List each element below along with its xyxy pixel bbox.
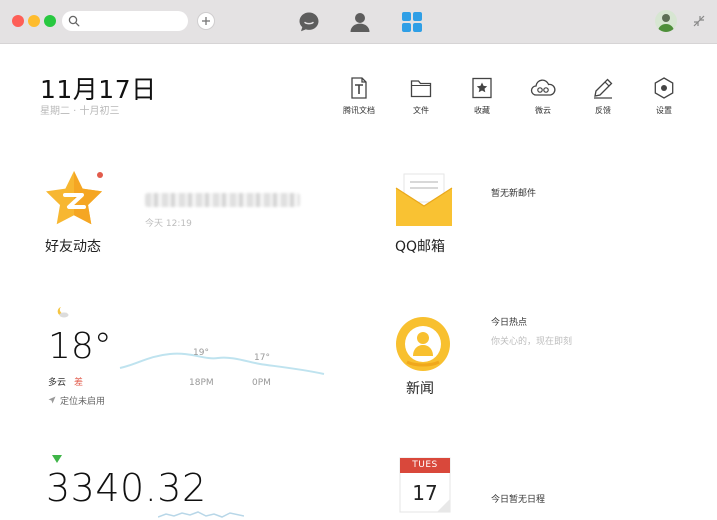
weather-forecast-curve: [119, 352, 325, 375]
mail-status: 暂无新邮件: [491, 189, 537, 199]
lunar-date: 星期二 · 十月初三: [40, 106, 120, 117]
air-quality-badge: 差: [74, 378, 84, 388]
calendar-weekday: TUES: [412, 460, 438, 470]
tool-tencent-docs[interactable]: 腾讯文档: [331, 76, 387, 116]
friends-feed-title[interactable]: 好友动态: [45, 236, 101, 256]
search-input[interactable]: [62, 11, 188, 31]
add-button[interactable]: [197, 12, 215, 30]
calendar-status: 今日暂无日程: [491, 495, 546, 505]
window-maximize-button[interactable]: [44, 15, 56, 27]
moon-cloud-icon: [57, 307, 69, 318]
calendar-day-number: 17: [412, 481, 438, 505]
forecast-temp: 17°: [254, 353, 270, 363]
avatar[interactable]: [655, 10, 677, 32]
location-status[interactable]: 定位未启用: [60, 394, 105, 407]
window-minimize-button[interactable]: [28, 15, 40, 27]
mail-title[interactable]: QQ邮箱: [395, 236, 445, 256]
tool-label: 微云: [535, 106, 551, 115]
trend-down-icon: [52, 455, 62, 463]
chat-icon[interactable]: [297, 10, 321, 34]
tool-label: 腾讯文档: [343, 106, 375, 115]
news-icon[interactable]: [395, 316, 451, 372]
tencent-docs-icon: [351, 77, 367, 99]
avatar-icon: [658, 14, 674, 32]
contacts-icon[interactable]: [348, 10, 372, 34]
date-title: 11月17日: [40, 75, 157, 104]
collapse-icon[interactable]: [692, 14, 706, 28]
settings-icon: [654, 77, 674, 99]
tool-label: 文件: [413, 106, 429, 115]
forecast-time: 0PM: [252, 378, 271, 388]
tool-files[interactable]: 文件: [393, 76, 449, 116]
weather-condition: 多云: [48, 378, 67, 388]
apps-grid-icon[interactable]: [400, 10, 424, 34]
tool-weiyun[interactable]: 微云: [515, 76, 571, 116]
tool-label: 收藏: [474, 106, 490, 115]
folder-icon: [410, 80, 432, 98]
favorites-icon: [472, 77, 492, 99]
search-icon: [68, 15, 80, 27]
forecast-temp: 19°: [193, 348, 209, 358]
stock-sparkline: [158, 511, 244, 518]
news-title[interactable]: 新闻: [406, 378, 434, 398]
tool-favorites[interactable]: 收藏: [454, 76, 510, 116]
plus-icon: [202, 17, 210, 25]
mail-envelope-icon[interactable]: [395, 172, 453, 228]
feed-time: 今天 12:19: [145, 219, 192, 229]
location-arrow-icon: [48, 396, 56, 404]
feedback-pen-icon: [594, 78, 613, 99]
window-close-button[interactable]: [12, 15, 24, 27]
feed-preview-blurred[interactable]: [145, 193, 300, 207]
forecast-time: 18PM: [189, 378, 214, 388]
current-temperature: 18°: [48, 326, 112, 367]
notification-dot: [97, 172, 103, 178]
stock-index-value[interactable]: 3340.32: [46, 466, 207, 510]
tool-label: 反馈: [595, 106, 611, 115]
tool-label: 设置: [656, 106, 672, 115]
title-bar: [0, 0, 717, 44]
news-headline[interactable]: 今日热点: [491, 315, 527, 328]
news-subtitle: 你关心的，现在即刻: [491, 337, 573, 347]
qzone-star-icon[interactable]: [42, 168, 106, 232]
tool-settings[interactable]: 设置: [636, 76, 692, 116]
tool-feedback[interactable]: 反馈: [575, 76, 631, 116]
cloud-icon: [530, 79, 556, 96]
